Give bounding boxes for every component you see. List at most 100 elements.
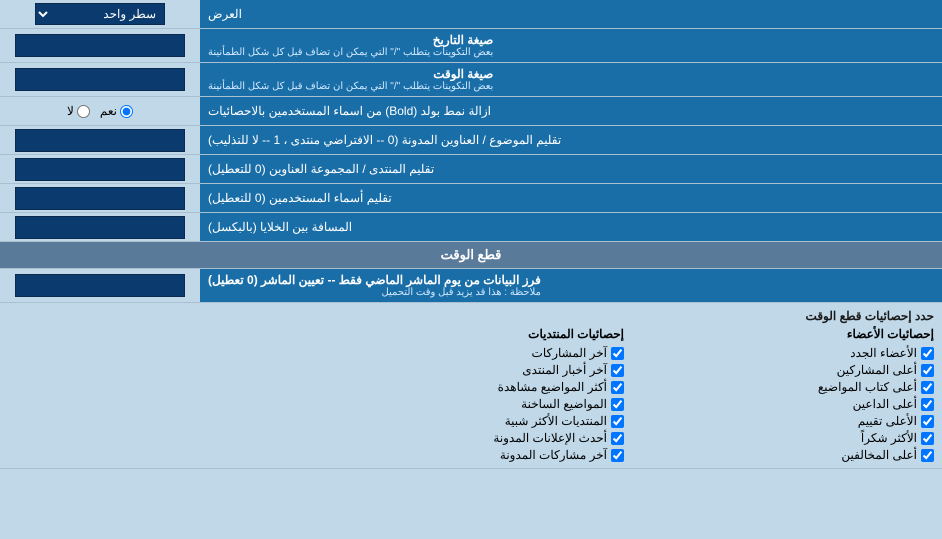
stat-latest-announces-checkbox[interactable] — [611, 432, 624, 445]
date-format-input-area: d-m — [0, 32, 200, 60]
stat-most-viewed-checkbox[interactable] — [611, 381, 624, 394]
date-format-subtitle: بعض التكوينات يتطلب "/" التي يمكن ان تضا… — [208, 47, 493, 58]
stat-top-posters: أعلى المشاركين — [628, 363, 934, 377]
bold-yes-label[interactable]: نعم — [100, 104, 133, 118]
user-names-input-area: 0 — [0, 184, 200, 212]
stat-latest-announces-label: أحدث الإعلانات المدونة — [493, 431, 607, 445]
stats-section: حدد إحصائيات قطع الوقت إحصائيات الأعضاء … — [0, 303, 942, 469]
cutoff-main-label: فرز البيانات من يوم الماشر الماضي فقط --… — [208, 273, 541, 287]
bold-no-radio[interactable] — [77, 105, 90, 118]
forum-titles-input[interactable]: 33 — [15, 129, 185, 152]
stat-similar-forums-label: المنتديات الأكثر شبية — [505, 414, 607, 428]
stat-latest-topics-checkbox[interactable] — [611, 398, 624, 411]
distance-label: المسافة بين الخلايا (بالبكسل) — [200, 213, 942, 241]
stat-most-viewed: أكثر المواضيع مشاهدة — [318, 380, 624, 394]
stat-latest-shared: آخر مشاركات المدونة — [318, 448, 624, 462]
stat-latest-news-checkbox[interactable] — [611, 364, 624, 377]
stat-most-thanks-label: الأكثر شكراً — [861, 431, 917, 445]
stat-new-members-label: الأعضاء الجدد — [850, 346, 917, 360]
display-label: العرض — [200, 0, 942, 28]
stat-latest-shared-label: آخر مشاركات المدونة — [500, 448, 607, 462]
stat-top-posters-label: أعلى المشاركين — [837, 363, 917, 377]
distance-row: المسافة بين الخلايا (بالبكسل) 2 — [0, 213, 942, 242]
stat-latest-topics-label: المواضيع الساخنة — [521, 397, 607, 411]
stat-new-members-checkbox[interactable] — [921, 347, 934, 360]
stat-top-writers-checkbox[interactable] — [921, 381, 934, 394]
cutoff-note: ملاحظة : هذا قد يزيد قبل وقت التحميل — [208, 287, 541, 298]
stats-title: حدد إحصائيات قطع الوقت — [8, 309, 934, 323]
forum-titles-row: تقليم الموضوع / العناوين المدونة (0 -- ا… — [0, 126, 942, 155]
stat-latest-posts-label: آخر المشاركات — [532, 346, 607, 360]
stat-top-posters2-checkbox[interactable] — [921, 398, 934, 411]
date-format-title: صيغة التاريخ — [208, 33, 493, 47]
user-names-text: تقليم أسماء المستخدمين (0 للتعطيل) — [208, 191, 392, 205]
user-names-input[interactable]: 0 — [15, 187, 185, 210]
stat-top-posters2: أعلى الداعين — [628, 397, 934, 411]
cutoff-value-label: فرز البيانات من يوم الماشر الماضي فقط --… — [200, 269, 942, 302]
date-format-label: صيغة التاريخ بعض التكوينات يتطلب "/" الت… — [200, 29, 942, 62]
time-format-subtitle: بعض التكوينات يتطلب "/" التي يمكن ان تضا… — [208, 81, 493, 92]
display-dropdown[interactable]: سطر واحد سطرين ثلاثة أسطر — [35, 3, 165, 25]
stats-col-forums: إحصائيات المنتديات آخر المشاركات آخر أخب… — [318, 327, 624, 462]
stats-col-members: إحصائيات الأعضاء الأعضاء الجدد أعلى المش… — [628, 327, 934, 462]
distance-input-area: 2 — [0, 213, 200, 241]
stat-top-rating-checkbox[interactable] — [921, 415, 934, 428]
stat-similar-forums: المنتديات الأكثر شبية — [318, 414, 624, 428]
bold-yes-radio[interactable] — [120, 105, 133, 118]
stats-title-text: حدد إحصائيات قطع الوقت — [806, 309, 934, 323]
stat-top-rating-label: الأعلى تقييم — [858, 414, 917, 428]
stat-new-members: الأعضاء الجدد — [628, 346, 934, 360]
cutoff-value-row: فرز البيانات من يوم الماشر الماضي فقط --… — [0, 269, 942, 303]
stats-col-extra — [8, 327, 314, 462]
stat-top-writers-label: أعلى كتاب المواضيع — [818, 380, 917, 394]
stat-top-visitors-label: أعلى المخالفين — [841, 448, 917, 462]
stats-columns: إحصائيات الأعضاء الأعضاء الجدد أعلى المش… — [8, 327, 934, 462]
bold-remove-options: نعم لا — [0, 97, 200, 125]
bold-yes-text: نعم — [100, 104, 117, 118]
bold-remove-text: ازالة نمط بولد (Bold) من اسماء المستخدمي… — [208, 104, 491, 118]
cutoff-input-area: 0 — [0, 272, 200, 300]
time-format-row: صيغة الوقت بعض التكوينات يتطلب "/" التي … — [0, 63, 942, 97]
forum-group-input-area: 33 — [0, 155, 200, 183]
cutoff-input[interactable]: 0 — [15, 274, 185, 297]
bold-no-label[interactable]: لا — [67, 104, 90, 118]
date-format-row: صيغة التاريخ بعض التكوينات يتطلب "/" الت… — [0, 29, 942, 63]
time-format-label: صيغة الوقت بعض التكوينات يتطلب "/" التي … — [200, 63, 942, 96]
stat-top-visitors-checkbox[interactable] — [921, 449, 934, 462]
forum-titles-text: تقليم الموضوع / العناوين المدونة (0 -- ا… — [208, 133, 561, 147]
forum-group-label: تقليم المنتدى / المجموعة العناوين (0 للت… — [200, 155, 942, 183]
date-format-input[interactable]: d-m — [15, 34, 185, 57]
bold-remove-row: ازالة نمط بولد (Bold) من اسماء المستخدمي… — [0, 97, 942, 126]
time-format-input[interactable]: H:i — [15, 68, 185, 91]
bold-no-text: لا — [67, 104, 74, 118]
stats-col-forums-title: إحصائيات المنتديات — [318, 327, 624, 341]
stat-most-viewed-label: أكثر المواضيع مشاهدة — [498, 380, 607, 394]
user-names-row: تقليم أسماء المستخدمين (0 للتعطيل) 0 — [0, 184, 942, 213]
distance-input[interactable]: 2 — [15, 216, 185, 239]
cutoff-section-header: قطع الوقت — [0, 242, 942, 269]
display-title-text: العرض — [208, 7, 242, 21]
forum-titles-label: تقليم الموضوع / العناوين المدونة (0 -- ا… — [200, 126, 942, 154]
user-names-label: تقليم أسماء المستخدمين (0 للتعطيل) — [200, 184, 942, 212]
display-input-area: سطر واحد سطرين ثلاثة أسطر — [0, 3, 200, 25]
stat-top-visitors: أعلى المخالفين — [628, 448, 934, 462]
stats-col-members-title: إحصائيات الأعضاء — [628, 327, 934, 341]
stat-latest-posts-checkbox[interactable] — [611, 347, 624, 360]
forum-group-input[interactable]: 33 — [15, 158, 185, 181]
display-row: العرض سطر واحد سطرين ثلاثة أسطر — [0, 0, 942, 29]
stat-most-thanks-checkbox[interactable] — [921, 432, 934, 445]
stat-latest-shared-checkbox[interactable] — [611, 449, 624, 462]
stat-top-posters2-label: أعلى الداعين — [853, 397, 917, 411]
stat-similar-forums-checkbox[interactable] — [611, 415, 624, 428]
forum-group-row: تقليم المنتدى / المجموعة العناوين (0 للت… — [0, 155, 942, 184]
stat-top-writers: أعلى كتاب المواضيع — [628, 380, 934, 394]
stat-latest-topics: المواضيع الساخنة — [318, 397, 624, 411]
time-format-title: صيغة الوقت — [208, 67, 493, 81]
cutoff-section-title: قطع الوقت — [441, 247, 502, 262]
time-format-input-area: H:i — [0, 66, 200, 94]
stat-most-thanks: الأكثر شكراً — [628, 431, 934, 445]
stat-top-rating: الأعلى تقييم — [628, 414, 934, 428]
distance-text: المسافة بين الخلايا (بالبكسل) — [208, 220, 352, 234]
stat-top-posters-checkbox[interactable] — [921, 364, 934, 377]
bold-remove-label: ازالة نمط بولد (Bold) من اسماء المستخدمي… — [200, 97, 942, 125]
